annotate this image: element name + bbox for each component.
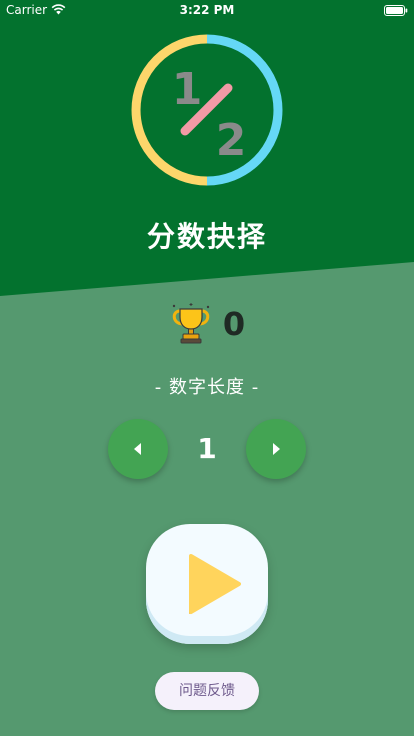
play-icon: [189, 554, 241, 614]
number-length-stepper: 1: [0, 419, 414, 479]
status-bar: Carrier 3:22 PM: [0, 0, 414, 22]
triangle-left-icon: [134, 443, 141, 455]
trophy-icon: [172, 303, 210, 344]
status-time: 3:22 PM: [179, 3, 235, 17]
score-display: 0: [0, 300, 414, 348]
number-length-label: - 数字长度 -: [154, 377, 260, 398]
number-length-value: 1: [197, 432, 217, 465]
feedback-button[interactable]: 问题反馈: [155, 672, 259, 710]
play-button[interactable]: [146, 524, 268, 644]
increase-length-button[interactable]: [246, 419, 306, 479]
logo-denominator: 2: [216, 115, 247, 166]
fraction-half-logo: 1 2: [131, 34, 283, 186]
decrease-length-button[interactable]: [108, 419, 168, 479]
battery-icon: [384, 5, 408, 16]
score-value: 0: [222, 305, 246, 343]
logo-numerator: 1: [172, 64, 203, 115]
app-title: 分数抉择: [146, 220, 267, 253]
triangle-right-icon: [273, 443, 280, 455]
